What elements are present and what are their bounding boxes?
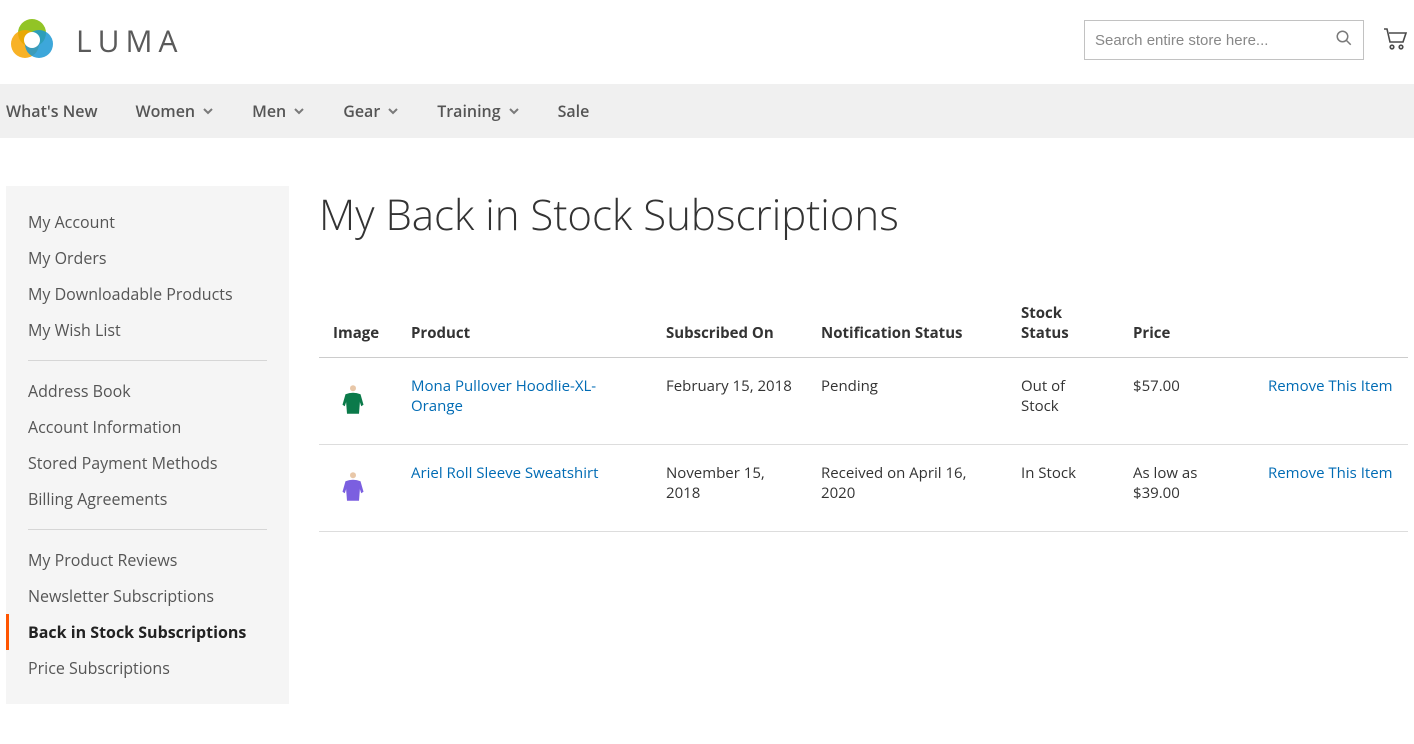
search-box	[1084, 20, 1364, 60]
th-remove	[1254, 293, 1408, 358]
chevron-down-icon	[202, 100, 214, 122]
th-subscribed-on: Subscribed On	[652, 293, 807, 358]
page-title: My Back in Stock Subscriptions	[319, 186, 1408, 243]
sidebar-item-address-book[interactable]: Address Book	[6, 373, 289, 409]
sidebar-item-back-in-stock[interactable]: Back in Stock Subscriptions	[6, 614, 289, 650]
logo-icon	[6, 14, 58, 66]
sidebar-item-my-orders[interactable]: My Orders	[6, 240, 289, 276]
cell-image	[319, 445, 397, 532]
chevron-down-icon	[387, 100, 399, 122]
nav-training[interactable]: Training	[437, 100, 519, 122]
th-product: Product	[397, 293, 652, 358]
sidebar-item-newsletter[interactable]: Newsletter Subscriptions	[6, 578, 289, 614]
sidebar-item-billing-agreements[interactable]: Billing Agreements	[6, 481, 289, 517]
nav-gear[interactable]: Gear	[343, 100, 399, 122]
cell-stock-status: Out of Stock	[1007, 358, 1119, 445]
nav-label: What's New	[6, 100, 98, 122]
product-thumb-icon	[333, 376, 373, 426]
subscriptions-table: Image Product Subscribed On Notification…	[319, 293, 1408, 532]
nav-label: Men	[252, 100, 286, 122]
th-image: Image	[319, 293, 397, 358]
nav-sale[interactable]: Sale	[558, 100, 590, 122]
cell-subscribed-on: February 15, 2018	[652, 358, 807, 445]
product-link[interactable]: Ariel Roll Sleeve Sweatshirt	[411, 463, 599, 483]
search-icon[interactable]	[1335, 29, 1353, 52]
product-thumb-icon	[333, 463, 373, 513]
sidebar-item-stored-payment[interactable]: Stored Payment Methods	[6, 445, 289, 481]
sidebar-item-product-reviews[interactable]: My Product Reviews	[6, 542, 289, 578]
remove-link[interactable]: Remove This Item	[1268, 376, 1393, 396]
nav-label: Training	[437, 100, 500, 122]
remove-link[interactable]: Remove This Item	[1268, 463, 1393, 483]
nav-label: Women	[136, 100, 196, 122]
product-link[interactable]: Mona Pullover Hoodlie-XL-Orange	[411, 376, 596, 416]
divider	[28, 360, 267, 361]
chevron-down-icon	[293, 100, 305, 122]
nav-label: Sale	[558, 100, 590, 122]
sidebar-item-my-downloadable[interactable]: My Downloadable Products	[6, 276, 289, 312]
cell-product: Mona Pullover Hoodlie-XL-Orange	[397, 358, 652, 445]
cell-remove: Remove This Item	[1254, 445, 1408, 532]
nav-women[interactable]: Women	[136, 100, 215, 122]
search-input[interactable]	[1095, 32, 1335, 49]
cell-notification-status: Received on April 16, 2020	[807, 445, 1007, 532]
cell-price: As low as $39.00	[1119, 445, 1254, 532]
cart-icon[interactable]	[1382, 25, 1408, 56]
cell-remove: Remove This Item	[1254, 358, 1408, 445]
brand-name: LUMA	[76, 20, 183, 61]
table-row: Mona Pullover Hoodlie-XL-Orange February…	[319, 358, 1408, 445]
nav-whats-new[interactable]: What's New	[6, 100, 98, 122]
main-nav: What's New Women Men Gear Training Sale	[0, 84, 1414, 138]
th-price: Price	[1119, 293, 1254, 358]
cell-price: $57.00	[1119, 358, 1254, 445]
sidebar-item-my-wishlist[interactable]: My Wish List	[6, 312, 289, 348]
sidebar-item-account-info[interactable]: Account Information	[6, 409, 289, 445]
nav-label: Gear	[343, 100, 380, 122]
header-right	[1084, 20, 1408, 60]
nav-men[interactable]: Men	[252, 100, 305, 122]
account-sidebar: My Account My Orders My Downloadable Pro…	[6, 186, 289, 704]
table-row: Ariel Roll Sleeve Sweatshirt November 15…	[319, 445, 1408, 532]
divider	[28, 529, 267, 530]
sidebar-item-price-subs[interactable]: Price Subscriptions	[6, 650, 289, 686]
th-stock-status: Stock Status	[1007, 293, 1119, 358]
cell-product: Ariel Roll Sleeve Sweatshirt	[397, 445, 652, 532]
header: LUMA	[0, 0, 1414, 84]
cell-stock-status: In Stock	[1007, 445, 1119, 532]
logo[interactable]: LUMA	[6, 14, 183, 66]
cell-image	[319, 358, 397, 445]
cell-subscribed-on: November 15, 2018	[652, 445, 807, 532]
cell-notification-status: Pending	[807, 358, 1007, 445]
sidebar-item-my-account[interactable]: My Account	[6, 204, 289, 240]
th-notification-status: Notification Status	[807, 293, 1007, 358]
main-content: My Back in Stock Subscriptions Image Pro…	[319, 186, 1408, 704]
chevron-down-icon	[508, 100, 520, 122]
